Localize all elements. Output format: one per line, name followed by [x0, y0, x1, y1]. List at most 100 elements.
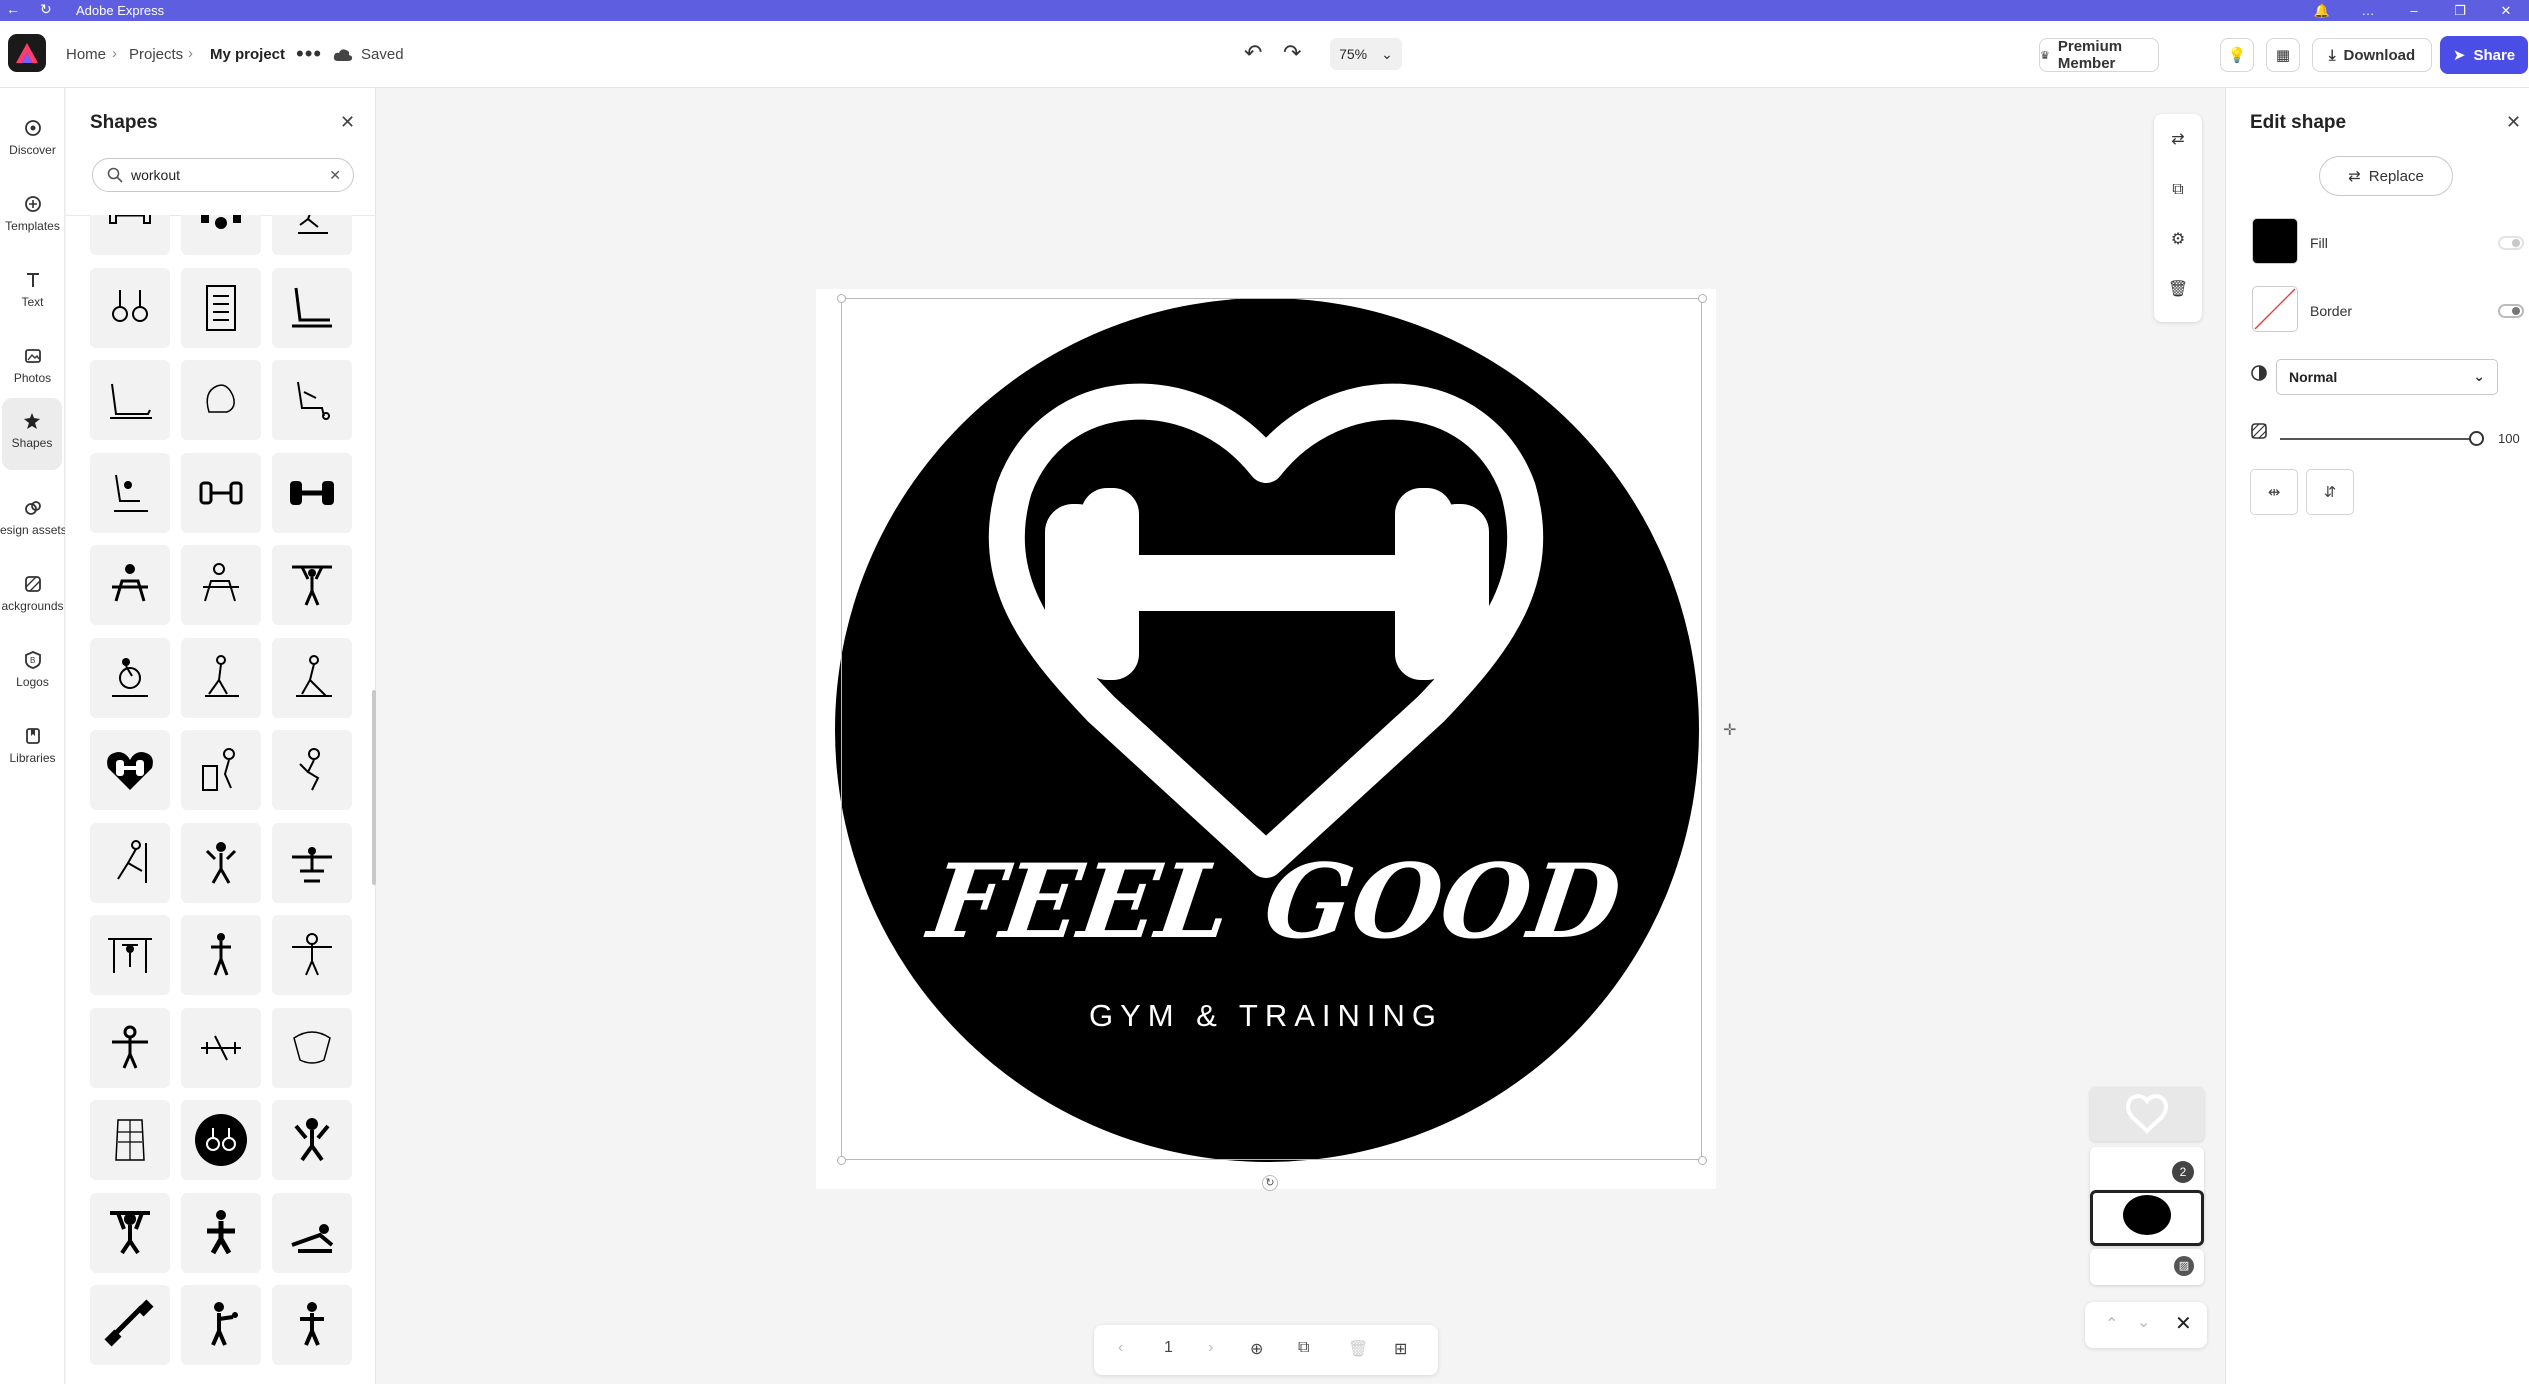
notification-icon[interactable]: 🔔: [2299, 3, 2345, 19]
redo-icon[interactable]: ↷: [1283, 40, 1301, 66]
rail-item-photos[interactable]: Photos: [0, 333, 65, 403]
opacity-slider-track[interactable]: [2280, 438, 2476, 440]
rail-item-libraries[interactable]: Libraries: [0, 713, 65, 783]
shape-result-tile[interactable]: [272, 637, 353, 718]
undo-icon[interactable]: ↶: [1244, 40, 1262, 66]
prev-page-icon[interactable]: ‹: [1118, 1339, 1123, 1357]
adjust-icon[interactable]: ⚙: [2166, 228, 2190, 252]
shape-result-tile[interactable]: [90, 915, 170, 995]
flip-horizontal-button[interactable]: ⇹: [2250, 469, 2298, 515]
shape-result-tile[interactable]: [272, 545, 353, 625]
shape-result-tile[interactable]: [181, 637, 262, 718]
resize-handle-tr[interactable]: [1698, 294, 1707, 303]
shape-result-tile[interactable]: [90, 1100, 170, 1180]
trash-icon[interactable]: 🗑: [2166, 278, 2190, 302]
replace-button[interactable]: ⇄ Replace: [2319, 156, 2453, 196]
layer-thumb-circle-selected[interactable]: [2090, 1190, 2204, 1246]
resize-handle-tl[interactable]: [837, 294, 846, 303]
opacity-value[interactable]: 100: [2498, 431, 2520, 446]
shape-result-tile[interactable]: [181, 915, 262, 995]
move-handle-icon[interactable]: ✛: [1723, 720, 1736, 740]
shape-result-tile[interactable]: [181, 215, 262, 255]
shape-result-tile[interactable]: [90, 1007, 170, 1088]
minimize-icon[interactable]: –: [2391, 3, 2437, 18]
rail-item-templates[interactable]: Templates: [0, 181, 65, 251]
fill-toggle[interactable]: [2498, 236, 2524, 250]
shape-result-tile[interactable]: [181, 267, 262, 348]
shape-result-tile[interactable]: [181, 822, 262, 903]
lightbulb-button[interactable]: 💡: [2220, 38, 2254, 72]
shape-result-tile[interactable]: [272, 215, 353, 255]
reload-icon[interactable]: ↻: [40, 1, 52, 18]
shape-result-tile[interactable]: [181, 1285, 262, 1365]
share-button[interactable]: ➤ Share: [2440, 36, 2528, 74]
border-color-swatch[interactable]: [2252, 286, 2298, 332]
shape-result-tile[interactable]: [272, 730, 353, 810]
shape-result-tile[interactable]: [272, 1007, 353, 1088]
premium-member-button[interactable]: ♛ Premium Member: [2039, 38, 2159, 72]
breadcrumb-home[interactable]: Home: [66, 46, 106, 63]
shape-result-tile[interactable]: [272, 1285, 353, 1365]
layer-thumb-background[interactable]: ▨: [2090, 1249, 2204, 1285]
shape-result-tile[interactable]: [181, 360, 262, 440]
shape-result-tile[interactable]: [90, 215, 170, 255]
flip-vertical-button[interactable]: ⇵: [2306, 469, 2354, 515]
shape-result-tile[interactable]: [90, 637, 170, 718]
breadcrumb-current[interactable]: My project: [210, 46, 285, 63]
fill-color-swatch[interactable]: [2252, 218, 2298, 264]
shape-result-tile[interactable]: [181, 1192, 262, 1273]
blend-mode-select[interactable]: Normal ⌄: [2276, 359, 2498, 395]
shape-result-tile[interactable]: [272, 1100, 353, 1180]
adobe-express-logo[interactable]: [8, 34, 46, 72]
resize-handle-br[interactable]: [1698, 1156, 1707, 1165]
layer-down-icon[interactable]: ⌄: [2137, 1312, 2150, 1332]
rail-item-shapes[interactable]: Shapes: [2, 398, 62, 470]
close-icon[interactable]: ✕: [2506, 112, 2521, 133]
shape-result-tile[interactable]: [90, 267, 170, 348]
swap-icon[interactable]: ⇄: [2166, 128, 2190, 152]
grid-view-icon[interactable]: ⊞: [1394, 1339, 1407, 1359]
shape-result-tile[interactable]: [90, 730, 170, 810]
resize-handle-bl[interactable]: [837, 1156, 846, 1165]
border-toggle[interactable]: [2498, 304, 2524, 318]
search-input[interactable]: [131, 167, 311, 183]
breadcrumb-projects[interactable]: Projects: [129, 46, 183, 63]
shape-result-tile[interactable]: [181, 545, 262, 625]
shape-result-tile[interactable]: [272, 915, 353, 995]
close-window-icon[interactable]: ✕: [2483, 3, 2529, 19]
shape-result-tile[interactable]: [272, 360, 353, 440]
close-layers-icon[interactable]: ✕: [2175, 1311, 2192, 1336]
shape-result-tile[interactable]: [181, 452, 262, 533]
clear-search-icon[interactable]: ✕: [329, 167, 341, 184]
back-arrow-icon[interactable]: ←: [6, 1, 20, 17]
shape-result-tile[interactable]: [181, 1100, 262, 1180]
rail-item-text[interactable]: Text: [0, 257, 65, 327]
shape-result-tile[interactable]: [272, 1192, 353, 1273]
zoom-dropdown[interactable]: 75% ⌄: [1330, 38, 1402, 70]
rail-item-logos[interactable]: B Logos: [0, 637, 65, 707]
shape-result-tile[interactable]: [90, 360, 170, 440]
layer-up-icon[interactable]: ⌃: [2105, 1314, 2118, 1334]
panel-scrollbar[interactable]: [372, 690, 376, 885]
shape-result-tile[interactable]: [181, 730, 262, 810]
shape-result-tile[interactable]: [90, 1192, 170, 1273]
rail-item-backgrounds[interactable]: ackgrounds: [0, 561, 65, 631]
calendar-button[interactable]: ▦: [2266, 38, 2300, 72]
shape-result-tile[interactable]: [272, 267, 353, 348]
duplicate-page-icon[interactable]: ⧉: [1298, 1339, 1309, 1357]
window-more-icon[interactable]: …: [2345, 3, 2391, 18]
more-options-icon[interactable]: •••: [296, 41, 322, 67]
download-button[interactable]: ⤓ Download: [2312, 38, 2432, 72]
close-icon[interactable]: ✕: [340, 112, 355, 133]
shape-result-tile[interactable]: [272, 822, 353, 903]
shape-result-tile[interactable]: [272, 452, 353, 533]
rail-item-discover[interactable]: Discover: [0, 105, 65, 175]
rail-item-design-assets[interactable]: esign assets: [0, 485, 65, 555]
maximize-icon[interactable]: ❐: [2437, 3, 2483, 19]
next-page-icon[interactable]: ›: [1208, 1339, 1213, 1357]
duplicate-icon[interactable]: ⧉: [2166, 178, 2190, 202]
rotate-handle-icon[interactable]: ↻: [1262, 1175, 1278, 1191]
shape-result-tile[interactable]: [90, 452, 170, 533]
opacity-slider-knob[interactable]: [2469, 431, 2484, 446]
shape-result-tile[interactable]: [90, 822, 170, 903]
